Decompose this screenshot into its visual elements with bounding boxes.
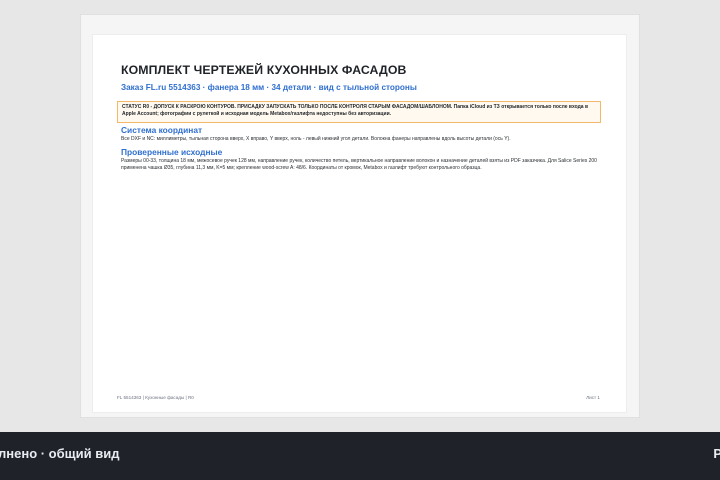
section-heading-verified-inputs: Проверенные исходные bbox=[121, 147, 223, 157]
bottom-caption-left: лнено · общий вид bbox=[0, 446, 120, 461]
page-title: КОМПЛЕКТ ЧЕРТЕЖЕЙ КУХОННЫХ ФАСАДОВ bbox=[121, 63, 407, 77]
page-footer-left: FL 5514363 | Кухонные фасады | R0 bbox=[117, 395, 194, 400]
section-text-coordinate-system: Все DXF и NC: миллиметры, тыльная сторон… bbox=[121, 136, 511, 142]
bottom-caption-bar: лнено · общий вид Р bbox=[0, 432, 720, 480]
section-text-verified-inputs: Размеры 00-33, толщина 18 мм, межосевое … bbox=[121, 158, 597, 171]
page-footer-right: Лист 1 bbox=[586, 395, 600, 400]
bottom-caption-right: Р bbox=[713, 446, 720, 461]
document-viewer[interactable]: КОМПЛЕКТ ЧЕРТЕЖЕЙ КУХОННЫХ ФАСАДОВ Заказ… bbox=[0, 0, 720, 432]
page-subtitle: Заказ FL.ru 5514363 · фанера 18 мм · 34 … bbox=[121, 83, 417, 92]
section-heading-coordinate-system: Система координат bbox=[121, 125, 203, 135]
document-page: КОМПЛЕКТ ЧЕРТЕЖЕЙ КУХОННЫХ ФАСАДОВ Заказ… bbox=[93, 35, 626, 412]
status-notice: СТАТУС R0 - ДОПУСК К РАСКРОЮ КОНТУРОВ. П… bbox=[117, 101, 601, 123]
